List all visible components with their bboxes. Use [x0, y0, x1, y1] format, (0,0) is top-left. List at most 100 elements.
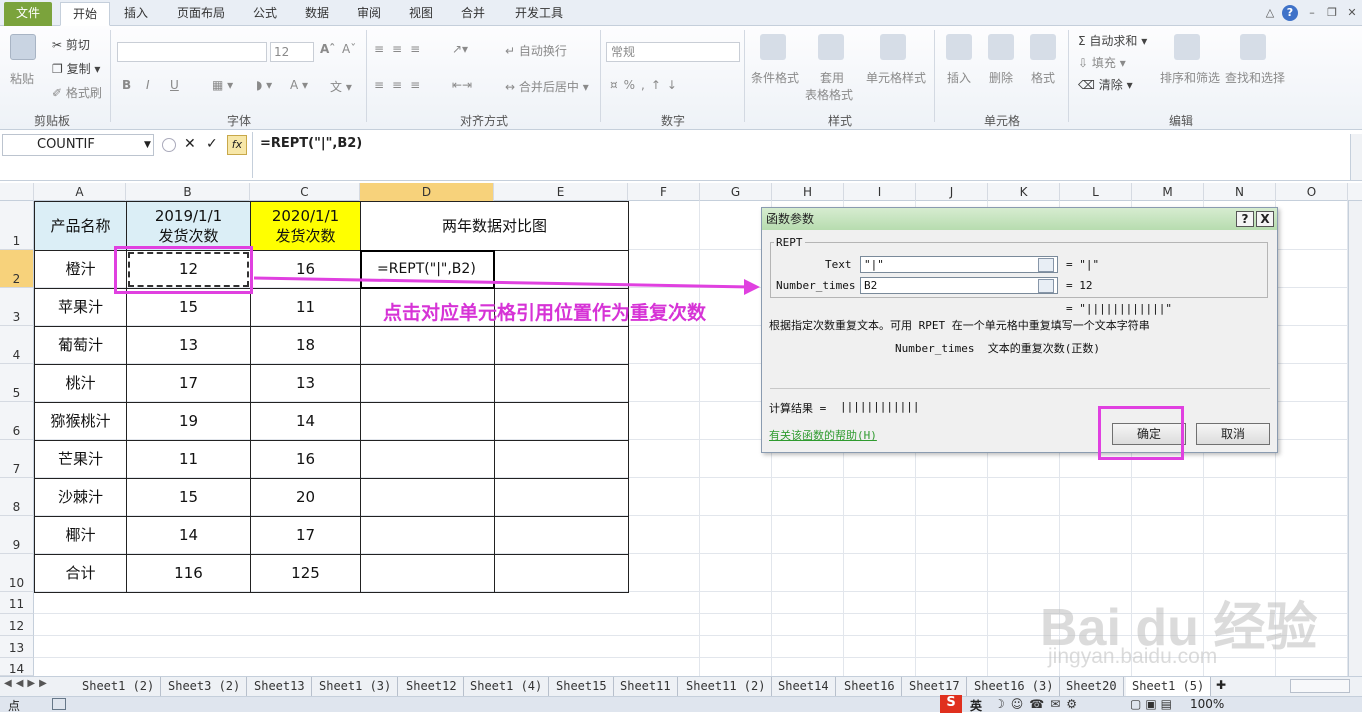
row-header[interactable]: 12 — [0, 614, 34, 636]
sheet-tab[interactable]: Sheet17 — [903, 677, 967, 696]
tab-developer[interactable]: 开发工具 — [506, 2, 572, 26]
clear-button[interactable]: ⌫ 清除 ▾ — [1078, 76, 1133, 93]
horizontal-scrollbar[interactable] — [1290, 679, 1350, 693]
sheet-tab[interactable]: Sheet11 (2) — [680, 677, 773, 696]
table-cell[interactable] — [494, 440, 629, 479]
product-name-cell[interactable]: 合计 — [34, 554, 127, 593]
column-header[interactable]: G — [700, 183, 772, 201]
column-header[interactable]: L — [1060, 183, 1132, 201]
table-header-cell[interactable]: 两年数据对比图 — [360, 201, 629, 251]
row-header[interactable]: 3 — [0, 288, 34, 326]
table-cell[interactable]: 16 — [250, 440, 361, 479]
macro-record-icon[interactable] — [52, 698, 66, 710]
tab-insert[interactable]: 插入 — [116, 2, 156, 26]
table-cell[interactable] — [360, 516, 495, 555]
product-name-cell[interactable]: 椰汁 — [34, 516, 127, 555]
sort-filter-icon[interactable] — [1174, 34, 1200, 60]
table-header-cell[interactable]: 2019/1/1 发货次数 — [126, 201, 251, 251]
ime-language[interactable]: 英 — [970, 697, 982, 714]
table-cell[interactable]: 14 — [126, 516, 251, 555]
delete-cells-button[interactable]: 删除 — [989, 69, 1013, 86]
sheet-tab[interactable]: Sheet15 — [550, 677, 614, 696]
conditional-format-button[interactable]: 条件格式 — [751, 69, 799, 86]
shrink-font-icon[interactable]: Aˇ — [342, 42, 356, 56]
row-header[interactable]: 11 — [0, 592, 34, 614]
product-name-cell[interactable]: 葡萄汁 — [34, 326, 127, 365]
row-header[interactable]: 5 — [0, 364, 34, 402]
delete-cells-icon[interactable] — [988, 34, 1014, 60]
sheet-tab[interactable]: Sheet1 (2) — [76, 677, 162, 696]
bold-button[interactable]: B — [122, 78, 131, 92]
column-header[interactable]: A — [34, 183, 126, 201]
sheet-tab[interactable]: Sheet16 (3) — [968, 677, 1061, 696]
number-format-icons[interactable]: ¤%,↑↓ — [610, 78, 683, 92]
sheet-tab[interactable]: Sheet1 (4) — [464, 677, 550, 696]
table-cell[interactable] — [360, 326, 495, 365]
row-header[interactable]: 10 — [0, 554, 34, 592]
table-cell[interactable] — [494, 402, 629, 441]
find-select-icon[interactable] — [1240, 34, 1266, 60]
table-cell[interactable]: 11 — [126, 440, 251, 479]
row-header[interactable]: 4 — [0, 326, 34, 364]
fill-color-icon[interactable]: ◗ ▾ — [256, 78, 272, 92]
row-header[interactable]: 13 — [0, 636, 34, 658]
new-sheet-icon[interactable]: ✚ — [1216, 678, 1226, 692]
number-format-select[interactable]: 常规 — [606, 42, 740, 62]
insert-function-icon[interactable]: fx — [227, 135, 247, 155]
fill-button[interactable]: ⇩ 填充 ▾ — [1078, 54, 1126, 71]
paste-icon[interactable] — [10, 34, 36, 60]
table-cell[interactable] — [494, 478, 629, 517]
tab-file[interactable]: 文件 — [4, 2, 52, 26]
table-cell[interactable] — [494, 364, 629, 403]
sheet-tab[interactable]: Sheet14 — [772, 677, 836, 696]
sheet-nav-arrows-icon[interactable]: ◀◀▶▶ — [4, 678, 51, 689]
table-cell[interactable] — [360, 554, 495, 593]
borders-icon[interactable]: ▦ ▾ — [212, 78, 233, 92]
function-help-link[interactable]: 有关该函数的帮助(H) — [769, 427, 877, 443]
table-header-cell[interactable]: 2020/1/1 发货次数 — [250, 201, 361, 251]
row-header[interactable]: 2 — [0, 250, 34, 288]
tab-view[interactable]: 视图 — [402, 2, 440, 26]
tab-home[interactable]: 开始 — [60, 2, 110, 26]
table-cell[interactable] — [494, 554, 629, 593]
close-icon[interactable]: ✕ — [1344, 5, 1360, 21]
column-header[interactable]: O — [1276, 183, 1348, 201]
view-mode-icons[interactable]: ▢▣▤ — [1130, 697, 1176, 711]
sort-filter-button[interactable]: 排序和筛选 — [1160, 69, 1220, 86]
table-header-cell[interactable]: 产品名称 — [34, 201, 127, 251]
table-cell[interactable]: 116 — [126, 554, 251, 593]
name-box[interactable]: COUNTIF — [2, 134, 154, 156]
product-name-cell[interactable]: 猕猴桃汁 — [34, 402, 127, 441]
cell-styles-button[interactable]: 单元格样式 — [866, 69, 926, 86]
insert-cells-button[interactable]: 插入 — [947, 69, 971, 86]
table-cell[interactable]: 17 — [126, 364, 251, 403]
column-header[interactable]: E — [494, 183, 628, 201]
tab-page-layout[interactable]: 页面布局 — [168, 2, 234, 26]
insert-cells-icon[interactable] — [946, 34, 972, 60]
table-cell[interactable]: 13 — [250, 364, 361, 403]
select-all-corner[interactable] — [0, 183, 34, 201]
column-header[interactable]: I — [844, 183, 916, 201]
column-header[interactable]: B — [126, 183, 250, 201]
column-header[interactable]: D — [360, 183, 494, 201]
restore-icon[interactable]: ❐ — [1324, 5, 1340, 21]
sheet-tab[interactable]: Sheet16 — [838, 677, 902, 696]
phonetic-icon[interactable]: 文 ▾ — [330, 78, 352, 95]
sheet-tab[interactable]: Sheet13 — [248, 677, 312, 696]
sheet-tab[interactable]: Sheet11 — [614, 677, 678, 696]
table-cell[interactable]: 125 — [250, 554, 361, 593]
table-cell[interactable] — [360, 364, 495, 403]
grow-font-icon[interactable]: Aˆ — [320, 42, 335, 56]
name-box-dropdown-icon[interactable]: ▼ — [144, 140, 151, 150]
table-cell[interactable]: 14 — [250, 402, 361, 441]
minimize-icon[interactable]: – — [1304, 5, 1320, 21]
product-name-cell[interactable]: 沙棘汁 — [34, 478, 127, 517]
sheet-tab[interactable]: Sheet1 (3) — [313, 677, 399, 696]
ime-toolbar-icons[interactable]: ☽☺☎✉⚙ — [994, 697, 1083, 711]
dialog-help-button[interactable]: ? — [1236, 211, 1254, 227]
column-header[interactable]: J — [916, 183, 988, 201]
table-cell[interactable]: 17 — [250, 516, 361, 555]
cut-button[interactable]: ✂ 剪切 — [52, 36, 90, 53]
underline-button[interactable]: U — [170, 78, 179, 92]
tab-data[interactable]: 数据 — [298, 2, 336, 26]
